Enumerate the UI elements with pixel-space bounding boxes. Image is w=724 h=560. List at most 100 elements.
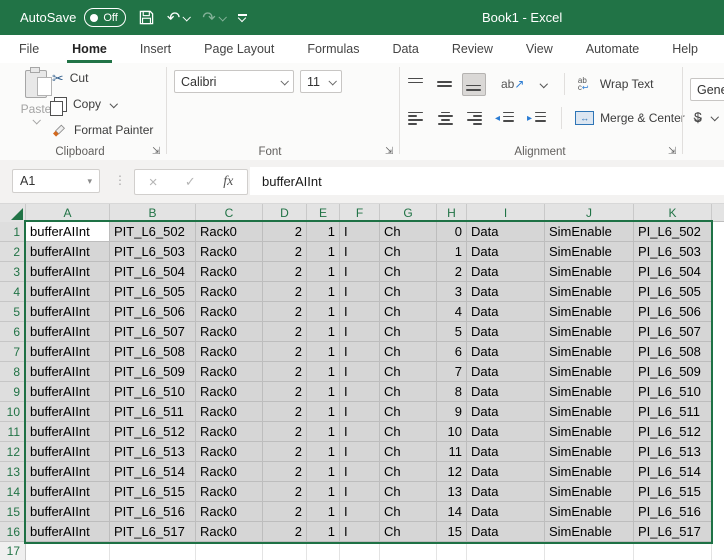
cell-D12[interactable]: 2 xyxy=(263,442,307,462)
enter-icon[interactable]: ✓ xyxy=(185,174,196,190)
cell-D3[interactable]: 2 xyxy=(263,262,307,282)
cell-A14[interactable]: bufferAIInt xyxy=(26,482,110,502)
row-header-12[interactable]: 12 xyxy=(0,442,26,462)
tab-data[interactable]: Data xyxy=(390,35,420,63)
cell-C2[interactable]: Rack0 xyxy=(196,242,263,262)
cell-empty[interactable] xyxy=(634,542,712,560)
cell-J12[interactable]: SimEnable xyxy=(545,442,634,462)
cell-I10[interactable]: Data xyxy=(467,402,545,422)
cell-E13[interactable]: 1 xyxy=(307,462,340,482)
column-header-H[interactable]: H xyxy=(437,204,467,222)
cell-D9[interactable]: 2 xyxy=(263,382,307,402)
cell-I14[interactable]: Data xyxy=(467,482,545,502)
cell-A7[interactable]: bufferAIInt xyxy=(26,342,110,362)
font-dialog-launcher[interactable]: ⇲ xyxy=(385,147,393,157)
cell-G3[interactable]: Ch xyxy=(380,262,437,282)
cell-empty[interactable] xyxy=(380,542,437,560)
cell-B9[interactable]: PIT_L6_510 xyxy=(110,382,196,402)
cell-A1[interactable]: bufferAIInt xyxy=(26,222,110,242)
cell-B7[interactable]: PIT_L6_508 xyxy=(110,342,196,362)
cell-J14[interactable]: SimEnable xyxy=(545,482,634,502)
cell-D11[interactable]: 2 xyxy=(263,422,307,442)
row-header-16[interactable]: 16 xyxy=(0,522,26,542)
cell-F15[interactable]: I xyxy=(340,502,380,522)
accounting-format-button[interactable]: $ xyxy=(694,109,717,125)
row-header-11[interactable]: 11 xyxy=(0,422,26,442)
cell-I13[interactable]: Data xyxy=(467,462,545,482)
cell-A9[interactable]: bufferAIInt xyxy=(26,382,110,402)
cell-B6[interactable]: PIT_L6_507 xyxy=(110,322,196,342)
row-header-3[interactable]: 3 xyxy=(0,262,26,282)
cell-empty[interactable] xyxy=(196,542,263,560)
cell-E4[interactable]: 1 xyxy=(307,282,340,302)
cell-K12[interactable]: PI_L6_513 xyxy=(634,442,712,462)
cell-K10[interactable]: PI_L6_511 xyxy=(634,402,712,422)
orientation-button[interactable]: ab↗ xyxy=(501,77,524,91)
select-all-button[interactable] xyxy=(0,204,26,222)
font-name-combo[interactable]: Calibri xyxy=(174,70,294,93)
copy-button[interactable]: Copy xyxy=(52,95,153,113)
column-header-I[interactable]: I xyxy=(467,204,545,222)
cell-B10[interactable]: PIT_L6_511 xyxy=(110,402,196,422)
cell-E16[interactable]: 1 xyxy=(307,522,340,542)
column-header-K[interactable]: K xyxy=(634,204,712,222)
cell-G11[interactable]: Ch xyxy=(380,422,437,442)
cell-I7[interactable]: Data xyxy=(467,342,545,362)
cell-H4[interactable]: 3 xyxy=(437,282,467,302)
cell-K14[interactable]: PI_L6_515 xyxy=(634,482,712,502)
cell-H12[interactable]: 11 xyxy=(437,442,467,462)
font-name-dropdown-icon[interactable] xyxy=(280,77,288,85)
tab-page-layout[interactable]: Page Layout xyxy=(202,35,276,63)
undo-dropdown-icon[interactable] xyxy=(183,13,191,21)
cell-D14[interactable]: 2 xyxy=(263,482,307,502)
cell-A10[interactable]: bufferAIInt xyxy=(26,402,110,422)
cell-A15[interactable]: bufferAIInt xyxy=(26,502,110,522)
cell-I3[interactable]: Data xyxy=(467,262,545,282)
cell-B12[interactable]: PIT_L6_513 xyxy=(110,442,196,462)
cell-F8[interactable]: I xyxy=(340,362,380,382)
formula-bar-drag-handle[interactable]: ⋮ xyxy=(114,173,127,187)
orientation-dropdown-icon[interactable] xyxy=(540,80,548,88)
name-box[interactable]: A1 ▾ xyxy=(12,169,100,193)
cell-G9[interactable]: Ch xyxy=(380,382,437,402)
cell-E9[interactable]: 1 xyxy=(307,382,340,402)
cell-C9[interactable]: Rack0 xyxy=(196,382,263,402)
tab-help[interactable]: Help xyxy=(670,35,700,63)
name-box-dropdown-icon[interactable]: ▾ xyxy=(87,176,92,187)
row-header-7[interactable]: 7 xyxy=(0,342,26,362)
row-header-5[interactable]: 5 xyxy=(0,302,26,322)
cell-H9[interactable]: 8 xyxy=(437,382,467,402)
cell-H7[interactable]: 6 xyxy=(437,342,467,362)
cell-J6[interactable]: SimEnable xyxy=(545,322,634,342)
column-header-E[interactable]: E xyxy=(307,204,340,222)
format-painter-button[interactable]: Format Painter xyxy=(52,121,153,139)
row-header-2[interactable]: 2 xyxy=(0,242,26,262)
column-header-A[interactable]: A xyxy=(26,204,110,222)
cell-empty[interactable] xyxy=(340,542,380,560)
cell-A5[interactable]: bufferAIInt xyxy=(26,302,110,322)
cell-E11[interactable]: 1 xyxy=(307,422,340,442)
autosave-control[interactable]: AutoSave Off xyxy=(20,8,126,27)
column-header-D[interactable]: D xyxy=(263,204,307,222)
cell-K1[interactable]: PI_L6_502 xyxy=(634,222,712,242)
cell-E7[interactable]: 1 xyxy=(307,342,340,362)
cell-F13[interactable]: I xyxy=(340,462,380,482)
cell-G6[interactable]: Ch xyxy=(380,322,437,342)
align-left-button[interactable] xyxy=(408,112,424,125)
cell-C13[interactable]: Rack0 xyxy=(196,462,263,482)
cell-B11[interactable]: PIT_L6_512 xyxy=(110,422,196,442)
cell-F1[interactable]: I xyxy=(340,222,380,242)
cell-G14[interactable]: Ch xyxy=(380,482,437,502)
cell-empty[interactable] xyxy=(263,542,307,560)
cell-A6[interactable]: bufferAIInt xyxy=(26,322,110,342)
accounting-dropdown-icon[interactable] xyxy=(711,113,719,121)
cell-G4[interactable]: Ch xyxy=(380,282,437,302)
alignment-dialog-launcher[interactable]: ⇲ xyxy=(668,147,676,157)
cell-I12[interactable]: Data xyxy=(467,442,545,462)
cell-I5[interactable]: Data xyxy=(467,302,545,322)
row-header-14[interactable]: 14 xyxy=(0,482,26,502)
row-header-partial[interactable]: 17 xyxy=(0,542,26,560)
cell-H16[interactable]: 15 xyxy=(437,522,467,542)
cell-A8[interactable]: bufferAIInt xyxy=(26,362,110,382)
cell-G5[interactable]: Ch xyxy=(380,302,437,322)
